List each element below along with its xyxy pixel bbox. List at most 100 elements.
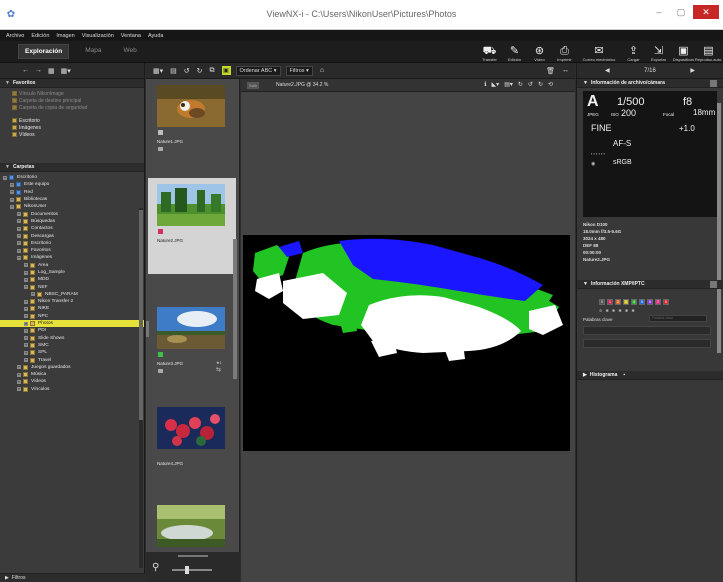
fit-icon[interactable]: ↔: [562, 67, 569, 74]
folder-tree-item[interactable]: + Photos: [0, 319, 144, 328]
expand-toggle-icon[interactable]: +: [17, 212, 21, 217]
rating-stars[interactable]: ⊘ ✱ ✱ ✱ ✱ ✱: [599, 308, 636, 313]
folder-tree-item[interactable]: + NPC: [0, 313, 144, 320]
label-2[interactable]: 2: [615, 299, 621, 305]
keyword-list[interactable]: [583, 326, 711, 335]
favorite-item-videos[interactable]: Vídeos: [12, 131, 144, 138]
folder-tree-item[interactable]: + Documentos: [0, 210, 144, 217]
rotate-right-icon[interactable]: ↻: [197, 67, 203, 75]
folder-tree-item[interactable]: + Nikon Transfer 2: [0, 298, 144, 305]
expand-toggle-icon[interactable]: +: [24, 358, 28, 363]
person-icon[interactable]: ⚲: [152, 562, 159, 573]
folder-tree-item[interactable]: + Favoritos: [0, 247, 144, 254]
compare-icon[interactable]: ▤▾: [504, 81, 513, 88]
keyword-list-2[interactable]: [583, 339, 711, 348]
folder-tree-item[interactable]: + NikonUser: [0, 203, 144, 210]
expand-toggle-icon[interactable]: +: [17, 387, 21, 392]
expand-toggle-icon[interactable]: +: [24, 270, 28, 275]
folder-tree-item[interactable]: + NIKE: [0, 305, 144, 312]
expand-toggle-icon[interactable]: +: [3, 175, 7, 180]
xmp-iptc-header[interactable]: ▼ Información XMP/IPTC: [577, 280, 723, 289]
reset-icon[interactable]: ⟲: [548, 81, 553, 88]
folder-tree-item[interactable]: + Música: [0, 371, 144, 378]
expand-toggle-icon[interactable]: +: [17, 226, 21, 231]
expand-toggle-icon[interactable]: +: [24, 299, 28, 304]
panel-menu-icon[interactable]: [710, 80, 717, 87]
expand-toggle-icon[interactable]: +: [17, 365, 21, 370]
label-0[interactable]: 0: [599, 299, 605, 305]
histogram-options-icon[interactable]: ▪: [623, 372, 625, 378]
expand-toggle-icon[interactable]: +: [10, 197, 14, 202]
print-button[interactable]: ⎙ Imprimir: [552, 41, 577, 63]
tab-exploracion[interactable]: Exploración: [18, 44, 70, 59]
tab-web[interactable]: Web: [117, 44, 142, 59]
grid-options-icon[interactable]: ▦▾: [61, 67, 71, 75]
menu-item-visualizacion[interactable]: Visualización: [82, 33, 114, 39]
expand-toggle-icon[interactable]: +: [10, 182, 14, 187]
folder-tree-item[interactable]: + Red: [0, 189, 144, 196]
back-icon[interactable]: ←: [22, 67, 29, 74]
favorite-item-escritorio[interactable]: Escritorio: [12, 117, 144, 124]
rotate-left-icon[interactable]: ↺: [184, 67, 190, 75]
menu-item-ayuda[interactable]: Ayuda: [148, 33, 164, 39]
label-7[interactable]: 7: [655, 299, 661, 305]
expand-toggle-icon[interactable]: +: [17, 241, 21, 246]
expand-toggle-icon[interactable]: +: [17, 379, 21, 384]
favorites-header[interactable]: ▼ Favoritos: [0, 79, 144, 88]
previous-image-icon[interactable]: ◀: [605, 67, 610, 74]
tab-mapa[interactable]: Mapa: [79, 44, 107, 59]
favorite-item-dim[interactable]: Carpeta de copia de seguridad: [12, 104, 144, 111]
menu-item-imagen[interactable]: Imagen: [56, 33, 74, 39]
folder-tree-item[interactable]: + Vídeos: [0, 378, 144, 385]
folders-header[interactable]: ▼ Carpetas: [0, 163, 144, 172]
menu-item-edicion[interactable]: Edición: [31, 33, 49, 39]
histogram-header[interactable]: ▶ Histograma ▪: [577, 371, 723, 380]
expand-toggle-icon[interactable]: +: [24, 328, 28, 333]
camera-info-header[interactable]: ▼ Información de archivo/cámara: [577, 79, 723, 88]
info-icon[interactable]: ℹ: [484, 81, 486, 88]
favorite-item-dim[interactable]: Vínculo NikonImage: [12, 90, 144, 97]
view-mode-icon[interactable]: ▦▾: [153, 67, 163, 75]
upload-button[interactable]: ⇪ Cargar: [621, 41, 646, 63]
folder-tree-item[interactable]: + Este equipo: [0, 181, 144, 188]
iptc-scrollbar[interactable]: [717, 293, 721, 353]
menu-item-archivo[interactable]: Archivo: [6, 33, 24, 39]
folder-tree-item[interactable]: + Escritorio: [0, 240, 144, 247]
label-5[interactable]: 5: [639, 299, 645, 305]
folder-tree-item[interactable]: + Slide Shows: [0, 335, 144, 342]
folder-tree-item[interactable]: + SPL: [0, 349, 144, 356]
close-button[interactable]: ✕: [693, 5, 719, 19]
expand-toggle-icon[interactable]: +: [24, 306, 28, 311]
grid-view-icon[interactable]: ▦: [48, 67, 55, 75]
label-3[interactable]: 3: [623, 299, 629, 305]
video-button[interactable]: ⊛ Vídeo: [527, 41, 552, 63]
expand-toggle-icon[interactable]: +: [10, 190, 14, 195]
folder-tree-item[interactable]: + NBSC_PARAM: [0, 291, 144, 298]
folder-tree-item[interactable]: + Log_Sample: [0, 269, 144, 276]
thumbnail-size-slider[interactable]: [172, 569, 212, 571]
info-scrollbar[interactable]: [717, 103, 721, 298]
sort-dropdown[interactable]: Ordenar ABC ▾: [235, 65, 281, 76]
favorite-item-imagenes[interactable]: Imágenes: [12, 124, 144, 131]
filmstrip-icon[interactable]: ▤: [170, 67, 177, 75]
folder-tree-item[interactable]: + MDD: [0, 276, 144, 283]
expand-toggle-icon[interactable]: +: [24, 263, 28, 268]
edit-button[interactable]: ✎ Edición: [502, 41, 527, 63]
rotate-icon[interactable]: ↻: [518, 81, 523, 88]
folder-scrollbar[interactable]: [139, 208, 143, 568]
expand-toggle-icon[interactable]: +: [24, 336, 28, 341]
favorite-item-dim[interactable]: Carpeta de destino principal: [12, 97, 144, 104]
thumbnail-item[interactable]: Nature4.JPG: [148, 401, 236, 497]
undo-icon[interactable]: ↺: [528, 81, 533, 88]
expand-toggle-icon[interactable]: +: [17, 219, 21, 224]
label-6[interactable]: 6: [647, 299, 653, 305]
panel-menu-icon[interactable]: [710, 281, 717, 288]
expand-toggle-icon[interactable]: +: [17, 255, 21, 260]
copy-icon[interactable]: ⧉: [210, 67, 215, 75]
thumbnail-scrollbar[interactable]: [233, 239, 237, 379]
expand-toggle-icon[interactable]: +: [24, 343, 28, 348]
filter-dropdown[interactable]: Filtros ▾: [285, 65, 313, 76]
label-4[interactable]: 4: [631, 299, 637, 305]
keyword-input[interactable]: Palabra clave: [649, 315, 707, 322]
folder-tree-item[interactable]: + PDI: [0, 327, 144, 334]
